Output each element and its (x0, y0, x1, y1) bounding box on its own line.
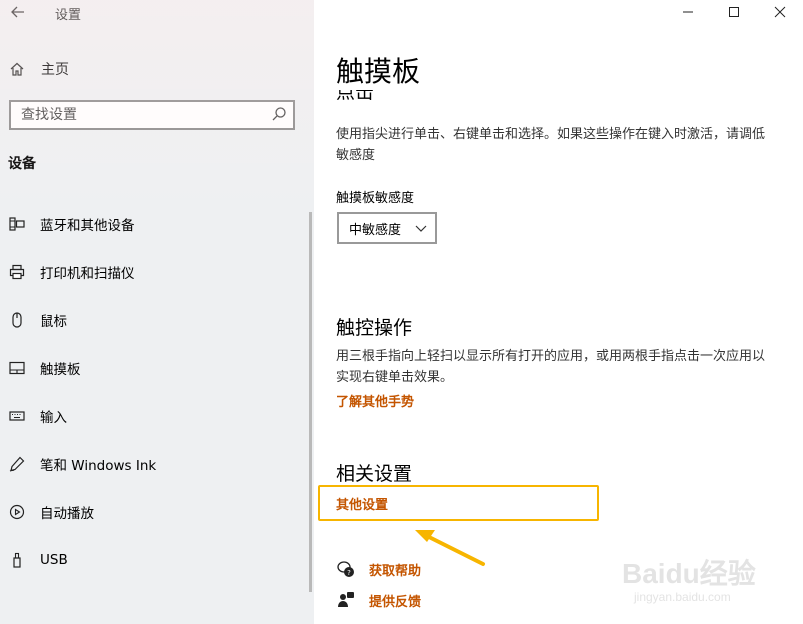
sensitivity-dropdown[interactable]: 中敏感度 (337, 212, 437, 244)
get-help-label: 获取帮助 (369, 563, 422, 579)
give-feedback-label: 提供反馈 (369, 594, 422, 610)
touchpad-icon (8, 359, 26, 377)
sidebar-scrollbar[interactable] (309, 212, 312, 592)
highlight-box (318, 485, 599, 521)
bluetooth-devices-icon (8, 215, 26, 233)
help-chat-icon: ? (336, 559, 356, 579)
sidebar: 设置 主页 设备 蓝牙和其他设备 (0, 0, 314, 624)
sidebar-item-pen[interactable]: 笔和 Windows Ink (0, 440, 310, 488)
sidebar-item-label: 输入 (40, 410, 67, 426)
sidebar-item-printers[interactable]: 打印机和扫描仪 (0, 248, 310, 296)
sidebar-item-label: 自动播放 (40, 506, 94, 522)
main-content: 触摸板 点击 使用指尖进行单击、右键单击和选择。如果这些操作在键入时激活，请调低… (314, 0, 803, 624)
search-input[interactable] (11, 102, 271, 128)
tap-heading-text: 点击 (336, 90, 396, 100)
gestures-heading: 触控操作 (336, 317, 413, 339)
tap-description: 使用指尖进行单击、右键单击和选择。如果这些操作在键入时激活，请调低敏感度 (336, 127, 766, 163)
section-title: 设备 (8, 156, 36, 172)
sidebar-item-touchpad[interactable]: 触摸板 (0, 344, 310, 392)
sensitivity-label: 触摸板敏感度 (336, 191, 415, 206)
sidebar-item-typing[interactable]: 输入 (0, 392, 310, 440)
learn-gestures-link[interactable]: 了解其他手势 (336, 391, 414, 410)
sidebar-item-label: USB (40, 552, 68, 568)
sidebar-item-label: 触摸板 (40, 362, 81, 378)
sidebar-item-home[interactable]: 主页 (8, 58, 69, 80)
maximize-icon (729, 7, 739, 17)
app-title: 设置 (55, 8, 82, 23)
feedback-icon (336, 590, 356, 610)
search-box[interactable] (9, 100, 295, 130)
svg-text:?: ? (347, 569, 351, 577)
sidebar-item-label: 主页 (41, 62, 69, 78)
minimize-icon (683, 11, 693, 13)
sensitivity-value: 中敏感度 (349, 222, 402, 238)
chevron-down-icon (415, 225, 427, 232)
back-arrow-icon (11, 6, 24, 18)
minimize-button[interactable] (665, 0, 711, 24)
sidebar-item-autoplay[interactable]: 自动播放 (0, 488, 310, 536)
related-settings-heading: 相关设置 (336, 463, 413, 485)
close-icon (774, 6, 786, 18)
sidebar-item-label: 笔和 Windows Ink (40, 458, 157, 474)
page-title: 触摸板 (336, 55, 421, 88)
search-icon (272, 107, 286, 121)
sidebar-item-usb[interactable]: USB (0, 536, 310, 584)
sidebar-item-bluetooth[interactable]: 蓝牙和其他设备 (0, 200, 310, 248)
printer-icon (8, 263, 26, 281)
sidebar-nav: 蓝牙和其他设备 打印机和扫描仪 鼠标 触摸板 输入 笔和 Windows Ink… (0, 200, 310, 584)
window-controls (665, 0, 803, 24)
sidebar-item-label: 蓝牙和其他设备 (40, 218, 135, 234)
sidebar-item-mouse[interactable]: 鼠标 (0, 296, 310, 344)
mouse-icon (8, 311, 26, 329)
sidebar-item-label: 打印机和扫描仪 (40, 266, 135, 282)
get-help-link[interactable]: ? 获取帮助 (336, 559, 421, 579)
keyboard-icon (8, 407, 26, 425)
usb-icon (8, 551, 26, 569)
sidebar-item-label: 鼠标 (40, 314, 67, 330)
give-feedback-link[interactable]: 提供反馈 (336, 590, 421, 610)
tap-heading: 点击 (336, 90, 396, 100)
back-button[interactable] (8, 2, 28, 22)
maximize-button[interactable] (711, 0, 757, 24)
gestures-description: 用三根手指向上轻扫以显示所有打开的应用，或用两根手指点击一次应用以实现右键单击效… (336, 349, 766, 385)
home-icon (8, 60, 26, 78)
autoplay-icon (8, 503, 26, 521)
close-button[interactable] (757, 0, 803, 24)
pen-icon (8, 455, 26, 473)
